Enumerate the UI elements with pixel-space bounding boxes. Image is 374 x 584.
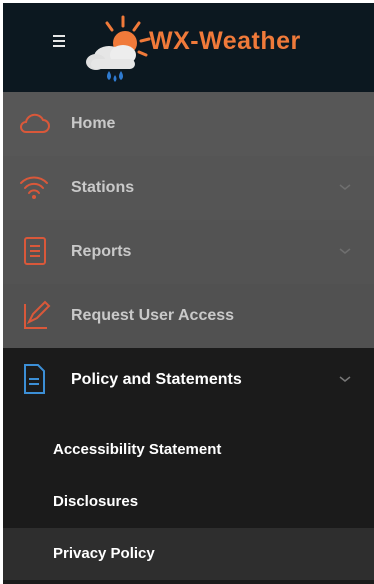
side-navigation: WX-Weather Home Stations Reports Request… <box>3 3 374 584</box>
submenu-item-privacy-policy[interactable]: Privacy Policy <box>3 528 374 580</box>
nav-item-label: Policy and Statements <box>71 371 242 388</box>
document-icon <box>24 364 45 394</box>
nav-header: WX-Weather <box>3 3 374 92</box>
policy-submenu: Accessibility Statement Disclosures Priv… <box>3 412 374 584</box>
chevron-down-icon[interactable] <box>337 182 353 192</box>
submenu-item-label: Disclosures <box>53 493 139 510</box>
brand-title: WX-Weather <box>149 27 301 55</box>
nav-item-request-user-access[interactable]: Request User Access <box>3 284 374 348</box>
wifi-icon <box>20 176 48 199</box>
cloud-icon <box>20 113 50 133</box>
nav-item-label: Stations <box>71 179 135 196</box>
edit-access-icon <box>24 300 51 329</box>
app-frame: WX-Weather Home Stations Reports Request… <box>0 0 374 584</box>
submenu-item-accessibility-statement[interactable]: Accessibility Statement <box>3 424 374 476</box>
nav-item-stations[interactable]: Stations <box>3 156 374 220</box>
nav-item-home[interactable]: Home <box>3 92 374 156</box>
nav-item-reports[interactable]: Reports <box>3 220 374 284</box>
nav-item-label: Reports <box>71 243 132 260</box>
nav-item-label: Request User Access <box>71 307 235 324</box>
report-icon <box>24 237 46 265</box>
chevron-down-icon[interactable] <box>337 374 353 384</box>
submenu-item-disclosures[interactable]: Disclosures <box>3 476 374 528</box>
submenu-item-label: Accessibility Statement <box>53 441 222 458</box>
chevron-down-icon[interactable] <box>337 246 353 256</box>
nav-item-policy-and-statements[interactable]: Policy and Statements <box>3 348 374 412</box>
nav-item-label: Home <box>71 115 116 132</box>
hamburger-icon[interactable] <box>53 35 71 49</box>
submenu-item-label: Privacy Policy <box>53 545 155 562</box>
sun-cloud-rain-logo <box>86 15 151 82</box>
